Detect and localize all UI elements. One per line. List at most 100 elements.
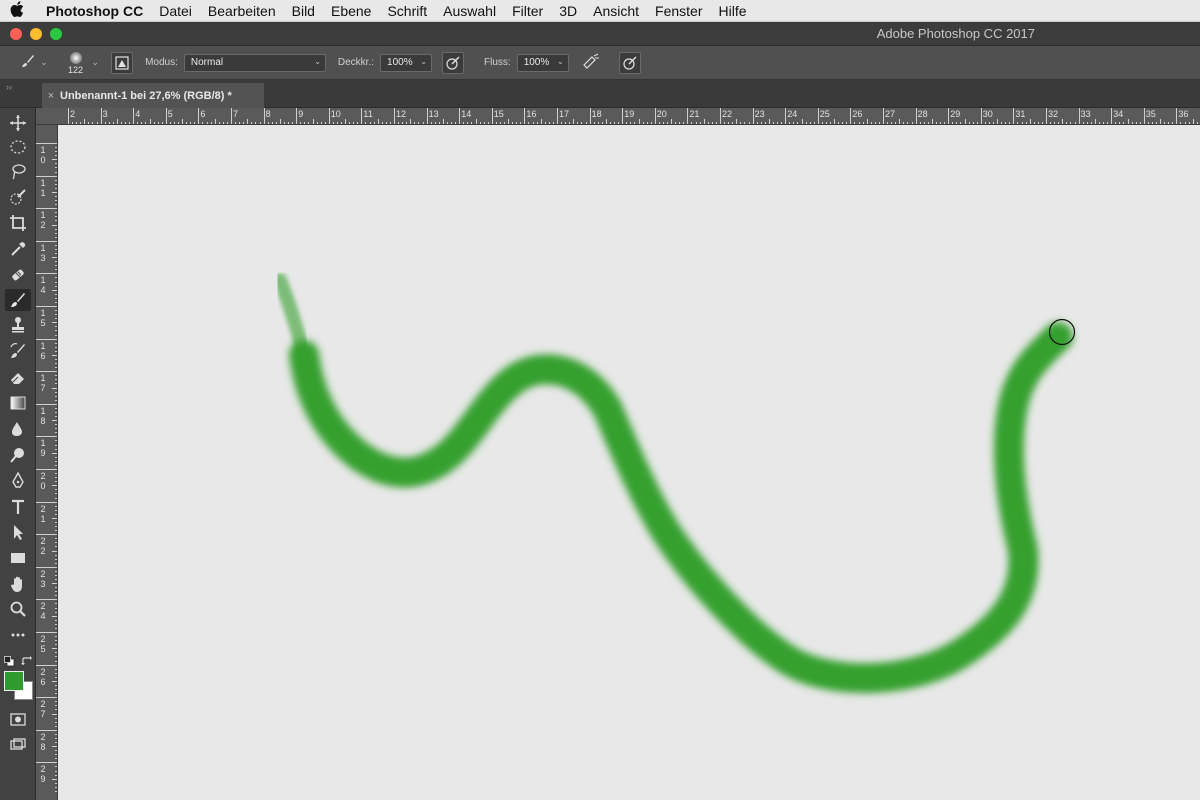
pressure-pen-icon	[446, 56, 460, 70]
healing-brush-tool-icon[interactable]	[5, 264, 31, 286]
eyedropper-tool-icon[interactable]	[5, 238, 31, 260]
ruler-label: 25	[40, 634, 46, 654]
color-controls	[4, 654, 32, 667]
airbrush-icon[interactable]	[581, 53, 601, 73]
ruler-tick	[1176, 108, 1178, 124]
ruler-label: 9	[298, 109, 304, 119]
pressure-size-icon	[623, 56, 637, 70]
chevron-down-icon: ⌄	[556, 56, 564, 66]
document-tab[interactable]: × Unbenannt-1 bei 27,6% (RGB/8) *	[42, 83, 264, 108]
close-window-button[interactable]	[10, 27, 22, 40]
ruler-label: 7	[233, 109, 239, 119]
ruler-label: 3	[102, 109, 108, 119]
ruler-label: 10	[330, 109, 341, 119]
ruler-tick	[328, 108, 330, 124]
vertical-ruler[interactable]: 10 11 12 13 14 15 16 17 18 19 20 21 22 23 24 25 26 27 28 29	[36, 125, 58, 800]
ruler-tick	[785, 108, 787, 124]
ruler-label: 26	[852, 109, 863, 119]
ruler-label: 8	[265, 109, 271, 119]
ruler-tick	[36, 273, 57, 275]
more-tools-icon[interactable]	[5, 624, 31, 646]
ruler-tick	[165, 108, 167, 124]
window-title: Adobe Photoshop CC 2017	[876, 26, 1035, 41]
brush-tool-preset-icon[interactable]	[18, 53, 38, 73]
menu-auswahl[interactable]: Auswahl	[435, 0, 504, 22]
ruler-tick	[394, 108, 395, 124]
ruler-label: 30	[982, 109, 993, 119]
menu-3d[interactable]: 3D	[551, 0, 585, 22]
ruler-label: 13	[40, 242, 46, 263]
clone-stamp-tool-icon[interactable]	[5, 314, 31, 336]
move-tool-icon[interactable]	[5, 112, 31, 134]
ruler-label: 28	[40, 731, 46, 752]
menu-bearbeiten[interactable]: Bearbeiten	[200, 0, 284, 22]
ruler-label: 35	[1145, 109, 1156, 119]
menu-app-name[interactable]: Photoshop CC	[34, 0, 151, 22]
brush-panel-toggle-button[interactable]	[111, 51, 134, 74]
quick-selection-tool-icon[interactable]	[5, 186, 31, 208]
hand-tool-icon[interactable]	[5, 573, 31, 595]
screen-mode-icon[interactable]	[5, 734, 31, 756]
ruler-tick	[100, 108, 102, 124]
menu-hilfe[interactable]: Hilfe	[711, 0, 755, 22]
path-selection-tool-icon[interactable]	[5, 521, 31, 543]
foreground-color-swatch[interactable]	[4, 671, 24, 691]
chevron-down-icon[interactable]: ⌄	[92, 57, 100, 68]
ruler-tick	[36, 534, 57, 536]
ruler-label: 11	[40, 177, 46, 198]
brush-tool-icon[interactable]	[5, 289, 31, 311]
horizontal-ruler[interactable]: 2 3 4 5 6 7 8 9 10 11 12 13 14 15 16 17 18 19 20 21 22 23 24 25…	[36, 108, 1200, 125]
ruler-tick	[36, 403, 57, 405]
eraser-tool-icon[interactable]	[5, 366, 31, 388]
brush-preset-picker[interactable]: 122	[62, 48, 90, 78]
dodge-tool-icon[interactable]	[5, 444, 31, 466]
gradient-tool-icon[interactable]	[5, 392, 31, 414]
pressure-size-button[interactable]	[618, 51, 641, 74]
history-brush-tool-icon[interactable]	[5, 340, 31, 362]
chevron-down-icon[interactable]: ⌄	[40, 57, 48, 68]
lasso-tool-icon[interactable]	[5, 160, 31, 182]
quick-mask-icon[interactable]	[5, 708, 31, 730]
menu-ebene[interactable]: Ebene	[323, 0, 379, 22]
menu-ansicht[interactable]: Ansicht	[585, 0, 647, 22]
blur-tool-icon[interactable]	[5, 418, 31, 440]
type-tool-icon[interactable]	[5, 496, 31, 518]
default-colors-icon[interactable]	[4, 654, 15, 672]
zoom-window-button[interactable]	[50, 27, 62, 40]
ruler-tick	[36, 632, 57, 633]
menu-datei[interactable]: Datei	[151, 0, 200, 22]
ruler-tick	[1046, 108, 1047, 124]
mode-select[interactable]: Normal ⌄	[183, 53, 326, 72]
marquee-tool-icon[interactable]	[5, 136, 31, 158]
menu-schrift[interactable]: Schrift	[379, 0, 435, 22]
document-canvas[interactable]	[58, 125, 1200, 800]
mode-label: Modus:	[145, 57, 178, 68]
ruler-tick	[263, 108, 265, 124]
pen-tool-icon[interactable]	[5, 470, 31, 492]
opacity-field[interactable]: 100% ⌄	[380, 53, 433, 72]
menu-fenster[interactable]: Fenster	[647, 0, 710, 22]
flow-field[interactable]: 100% ⌄	[516, 53, 569, 72]
menu-bild[interactable]: Bild	[284, 0, 323, 22]
apple-icon[interactable]	[0, 0, 34, 21]
menu-filter[interactable]: Filter	[504, 0, 551, 22]
ruler-tick	[817, 108, 819, 124]
ruler-label: 21	[40, 503, 46, 524]
minimize-window-button[interactable]	[30, 27, 42, 40]
zoom-tool-icon[interactable]	[5, 598, 31, 620]
collapse-panel-icon[interactable]: ››	[6, 82, 12, 92]
rectangle-tool-icon[interactable]	[5, 547, 31, 569]
pressure-opacity-button[interactable]	[442, 51, 465, 74]
swap-colors-icon[interactable]	[21, 654, 32, 672]
ruler-tick	[296, 108, 298, 124]
ruler-tick	[1111, 108, 1113, 124]
crop-tool-icon[interactable]	[5, 212, 31, 234]
ruler-tick	[133, 108, 135, 124]
close-tab-icon[interactable]: ×	[42, 90, 60, 102]
ruler-label: 18	[591, 109, 602, 119]
ruler-label: 24	[40, 601, 46, 622]
ruler-tick	[1078, 108, 1080, 124]
ruler-tick	[231, 108, 232, 124]
ruler-tick	[752, 108, 754, 124]
ruler-tick	[36, 175, 57, 177]
